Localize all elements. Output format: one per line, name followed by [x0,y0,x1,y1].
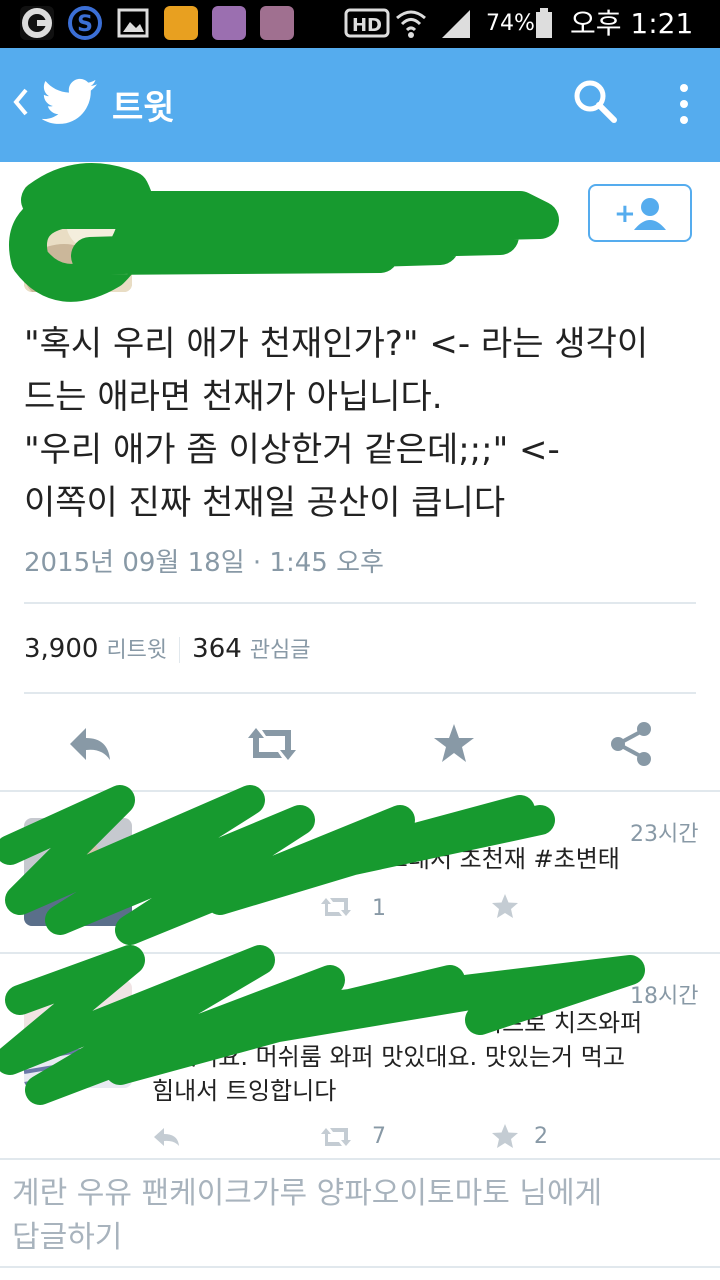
reply-time: 23시간 [630,822,699,847]
retweet-count[interactable]: 3,900 [24,634,98,664]
favorite-icon[interactable] [428,718,480,770]
retweet-label[interactable]: 리트윗 [106,638,167,663]
signal-icon [438,6,472,40]
status-bar: S HD 74% 오후 1:21 [0,0,720,48]
tweet-text-line: "우리 애가 좀 이상한거 같은데;;;" <- [24,430,560,470]
g-app-icon [20,6,54,40]
retweet-count: 1 [372,896,386,921]
reply-icon[interactable] [64,718,116,770]
retweet-count: 7 [372,1124,386,1149]
more-vertical-icon[interactable] [676,80,692,132]
follow-button[interactable]: + [588,184,692,242]
like-count[interactable]: 364 [192,634,242,664]
stats-separator [179,636,181,663]
svg-text:S: S [77,12,93,37]
reply-avatar[interactable] [24,980,132,1088]
reply-text: 맛있어요. 머쉬룸 와퍼 맛있대요. 맛있는거 먹고 [152,1043,625,1071]
reply-icon[interactable] [152,1124,182,1154]
reply-compose-field[interactable]: 계란 우유 팬케이크가루 양파오이토마토 님에게 답글하기 [12,1172,632,1260]
page-title: 트윗 [112,88,175,128]
like-count: 2 [534,1124,548,1149]
wifi-icon [394,6,428,40]
manga-icon-1 [212,6,246,40]
divider [24,692,696,694]
add-user-icon: + [612,196,670,236]
favorite-icon[interactable] [490,1122,520,1154]
reply-avatar[interactable] [24,818,132,926]
search-icon[interactable] [572,78,618,128]
retweet-icon[interactable] [318,1124,354,1154]
retweet-icon[interactable] [242,718,302,770]
tweet-text: "혹시 우리 애가 천재인가?" <- 라는 생각이 드는 애라면 천재가 아닙… [24,318,704,530]
twitter-bird-icon[interactable] [41,78,98,130]
battery-icon [534,6,554,40]
share-icon[interactable] [606,718,658,770]
author-name[interactable]: 계란 우유 팬케이크가루 [158,196,435,236]
reply-text: 자가 그래서 초천재 #초변태 [334,845,620,873]
s-app-icon: S [68,6,102,40]
tweet-text-line: "혹시 우리 애가 천재인가?" <- 라는 생각이 [24,324,649,364]
tweet-timestamp: 2015년 09월 18일 · 1:45 오후 [24,548,384,578]
tweet-stats: 3,900 리트윗 364 관심글 [24,632,311,664]
reply-text: 힘내서 트잉합니다 [152,1077,337,1105]
manga-icon-2 [260,6,294,40]
battery-percent: 74% [486,11,535,36]
reply-icon[interactable] [152,894,182,924]
like-label[interactable]: 관심글 [250,638,311,663]
tweet-text-line: 드는 애라면 천재가 아닙니다. [24,377,443,417]
divider [24,602,696,604]
divider [0,1158,720,1160]
clock: 오후 1:21 [570,7,694,40]
retweet-icon[interactable] [318,894,354,924]
reply-text: 피트로 치즈와퍼 [480,1009,643,1037]
hd-icon: HD [344,6,390,40]
divider [0,952,720,954]
game-icon [164,6,198,40]
svg-text:+: + [614,199,636,229]
tweet-text-line: 이쪽이 진짜 천재일 공산이 큽니다 [24,483,506,523]
compose-placeholder-line: 계란 우유 팬케이크가루 양파오이토마토 님에게 [12,1176,603,1211]
divider [0,790,720,792]
svg-text:HD: HD [352,15,382,36]
gallery-icon [116,6,150,40]
favorite-icon[interactable] [490,892,520,924]
app-bar: 트윗 [0,48,720,162]
divider [0,1266,720,1268]
author-avatar[interactable] [24,184,132,292]
chevron-left-icon[interactable] [10,82,30,131]
compose-placeholder-line: 답글하기 [12,1220,123,1255]
